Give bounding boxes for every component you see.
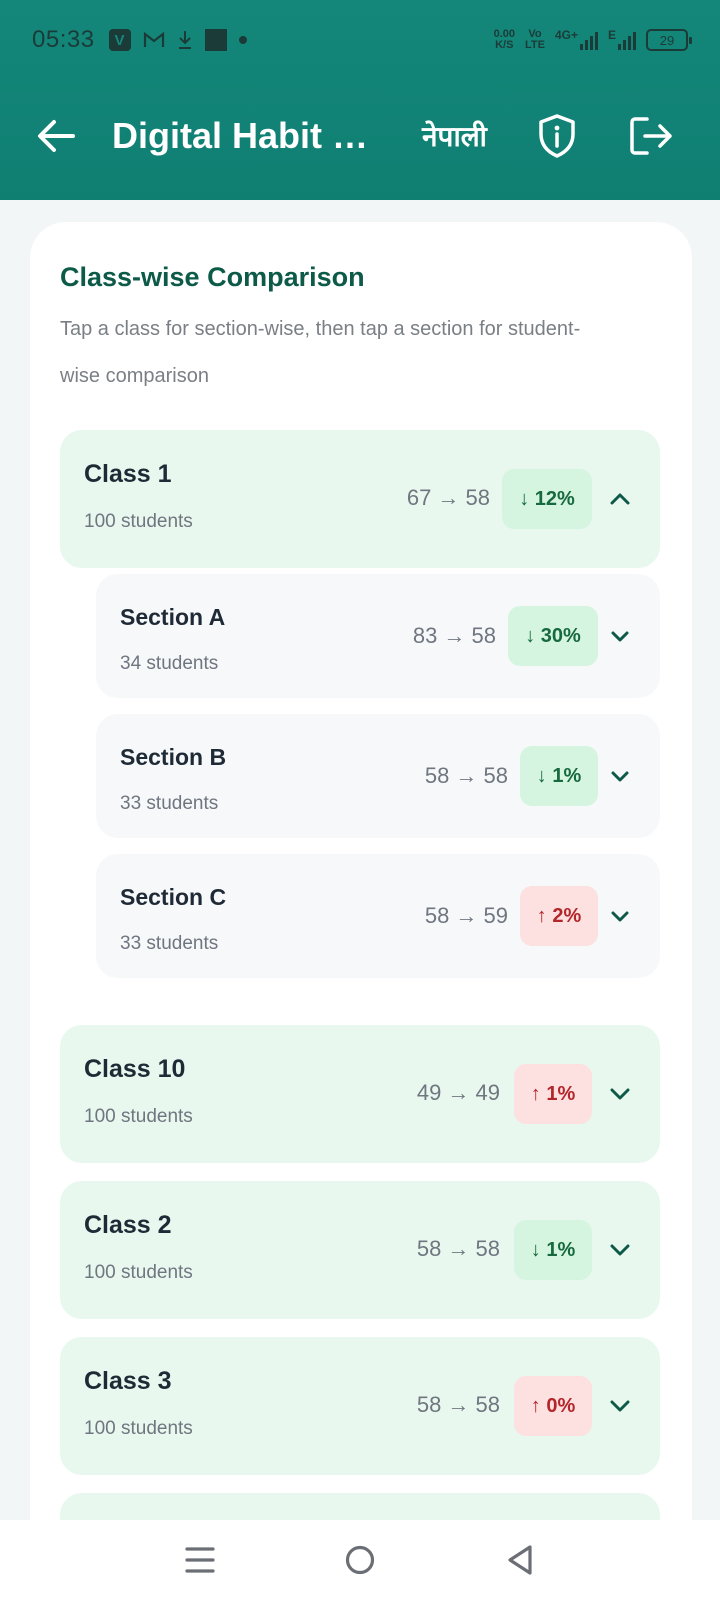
student-count: 100 students [84, 1262, 193, 1283]
class-name: Class 1 [84, 460, 172, 488]
menu-lines-icon [185, 1547, 215, 1573]
change-badge: ↓ 1% [520, 746, 598, 806]
chevron-down-icon [604, 1078, 636, 1110]
download-icon [177, 30, 193, 50]
score-change: 58 → 58 [416, 1236, 500, 1261]
app-square-icon [204, 29, 227, 51]
chevron-down-icon [604, 1390, 636, 1422]
change-badge: ↓ 1% [514, 1220, 592, 1280]
student-count: 100 students [84, 1418, 193, 1439]
status-bar: 05:33 V 0.00 K/S Vo LTE 4G+ E 29 [0, 0, 720, 80]
network-speed: 0.00 K/S [493, 28, 515, 51]
chevron-down-icon [604, 620, 636, 652]
student-count: 34 students [120, 653, 219, 674]
class-name: Class 10 [84, 1055, 186, 1083]
chevron-up-icon [604, 483, 636, 515]
change-badge: ↑ 1% [514, 1064, 592, 1124]
arrow-left-icon [38, 120, 75, 152]
section-name: Section C [120, 884, 227, 910]
page-title: Digital Habit Co... [112, 115, 392, 156]
logout-icon [630, 117, 672, 155]
back-triangle-icon [508, 1545, 532, 1575]
score-change: 58 → 58 [424, 763, 508, 788]
card-subtitle: Tap a class for section-wise, then tap a… [60, 318, 581, 387]
score-change: 58 → 59 [424, 903, 508, 928]
chevron-down-icon [604, 900, 636, 932]
section-row-c[interactable]: Section C 33 students 58 → 59 ↑ 2% [96, 854, 660, 978]
back-button[interactable] [24, 104, 88, 168]
section-row-b[interactable]: Section B 33 students 58 → 58 ↓ 1% [96, 714, 660, 838]
student-count: 33 students [120, 793, 219, 814]
section-name: Section B [120, 744, 227, 770]
card-title: Class-wise Comparison [60, 262, 365, 292]
signal-4g-icon: 4G+ [555, 29, 598, 50]
score-change: 83 → 58 [412, 623, 496, 648]
score-change: 58 → 58 [416, 1392, 500, 1417]
class-name: Class 3 [84, 1367, 172, 1395]
score-change: 49 → 49 [416, 1080, 500, 1105]
more-notifications-dot-icon [238, 36, 247, 44]
app-header: 05:33 V 0.00 K/S Vo LTE 4G+ E 29 Digital… [0, 0, 720, 200]
change-badge: ↑ 2% [520, 886, 598, 946]
language-toggle-button[interactable]: नेपाली [422, 117, 487, 155]
volte-indicator: Vo LTE [525, 28, 545, 51]
recent-apps-button[interactable] [170, 1530, 230, 1590]
class-row-class-2[interactable]: Class 2 100 students 58 → 58 ↓ 1% [60, 1181, 660, 1319]
section-row-a[interactable]: Section A 34 students 83 → 58 ↓ 30% [96, 574, 660, 698]
comparison-card: Class-wise Comparison Tap a class for se… [30, 222, 692, 1600]
system-icons: 0.00 K/S Vo LTE 4G+ E 29 [493, 28, 692, 51]
shield-info-icon [539, 114, 575, 158]
section-name: Section A [120, 604, 226, 630]
class-row-class-1[interactable]: Class 1 100 students 67 → 58 ↓ 12% [60, 430, 660, 568]
notification-icons: V [108, 29, 247, 51]
change-badge: ↑ 0% [514, 1376, 592, 1436]
class-row-class-10[interactable]: Class 10 100 students 49 → 49 ↑ 1% [60, 1025, 660, 1163]
v-app-icon: V [108, 29, 131, 51]
battery-icon: 29 [646, 29, 692, 51]
gmail-icon [143, 31, 165, 49]
change-badge: ↓ 12% [502, 469, 592, 529]
system-back-button[interactable] [490, 1530, 550, 1590]
system-navigation-bar [0, 1520, 720, 1600]
privacy-button[interactable] [525, 104, 589, 168]
score-change: 67 → 58 [406, 485, 490, 510]
home-button[interactable] [330, 1530, 390, 1590]
chevron-down-icon [604, 760, 636, 792]
change-badge: ↓ 30% [508, 606, 598, 666]
class-name: Class 2 [84, 1211, 172, 1239]
status-time: 05:33 [32, 26, 95, 53]
app-bar: Digital Habit Co... नेपाली [0, 96, 720, 176]
class-row-class-3[interactable]: Class 3 100 students 58 → 58 ↑ 0% [60, 1337, 660, 1475]
home-circle-icon [345, 1545, 375, 1575]
signal-e-icon: E [608, 29, 636, 50]
student-count: 33 students [120, 933, 219, 954]
chevron-down-icon [604, 1234, 636, 1266]
student-count: 100 students [84, 1106, 193, 1127]
student-count: 100 students [84, 511, 193, 532]
logout-button[interactable] [619, 104, 683, 168]
